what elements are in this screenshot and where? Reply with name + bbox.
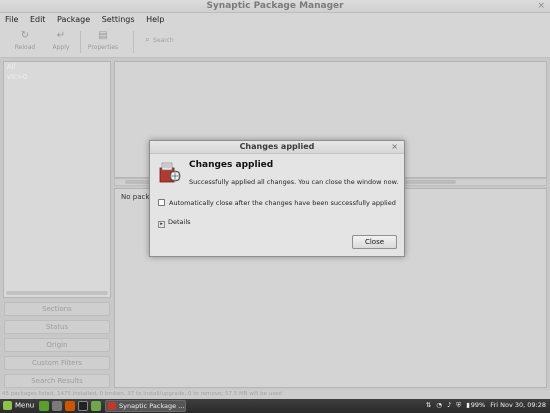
search-button[interactable]: ⌕ Search (145, 35, 174, 45)
apply-button[interactable]: ↵ Apply (44, 30, 78, 51)
details-expander[interactable]: ▸ Details (158, 218, 191, 228)
reload-icon: ↻ (20, 30, 30, 41)
properties-icon: ▤ (98, 30, 108, 41)
volume-icon[interactable]: ♪ (447, 401, 451, 409)
taskbar: Menu Synaptic Package ... ⇅ ◔ ♪ ⛨ ▮99% F… (0, 399, 550, 413)
start-menu-button[interactable]: Menu (3, 401, 34, 410)
window-close-icon[interactable]: × (537, 1, 545, 11)
clock[interactable]: Fri Nov 30, 09:28 (490, 401, 546, 409)
window-title: Synaptic Package Manager (206, 1, 344, 11)
menu-settings[interactable]: Settings (97, 13, 139, 24)
toolbar-separator (133, 31, 134, 53)
checkbox-box[interactable] (158, 199, 165, 206)
network-icon[interactable]: ⇅ (426, 401, 431, 409)
filter-item-all[interactable]: All (4, 62, 110, 72)
status-button[interactable]: Status (4, 320, 110, 334)
toolbar-separator (80, 31, 81, 53)
wifi-icon[interactable]: ◔ (436, 401, 442, 409)
dialog-message: Successfully applied all changes. You ca… (189, 178, 399, 186)
auto-close-label: Automatically close after the changes ha… (169, 199, 396, 207)
taskbar-synaptic-button[interactable]: Synaptic Package ... (105, 400, 186, 412)
close-button[interactable]: Close (352, 235, 397, 249)
toolbar: ↻ Reload ↵ Apply ▤ Properties ⌕ Search (0, 27, 550, 58)
battery-level: 99% (470, 401, 486, 409)
menu-file[interactable]: File (0, 13, 22, 24)
details-label: Details (168, 218, 191, 226)
terminal-icon[interactable] (78, 401, 88, 411)
dialog-close-icon[interactable]: × (391, 142, 398, 151)
auto-close-checkbox[interactable]: Automatically close after the changes ha… (158, 199, 396, 207)
dialog-title: Changes applied (239, 142, 315, 151)
taskbar-synaptic-label: Synaptic Package ... (119, 402, 185, 410)
search-results-button[interactable]: Search Results (4, 374, 110, 388)
reload-button[interactable]: ↻ Reload (8, 30, 42, 51)
filter-list[interactable]: All vlc>0 (3, 61, 111, 298)
reload-label: Reload (14, 44, 36, 51)
statusbar: 45 packages listed, 1475 installed, 0 br… (0, 390, 550, 399)
apply-icon: ↵ (56, 30, 66, 41)
mint-menu-icon (3, 401, 12, 410)
synaptic-icon (108, 402, 116, 410)
search-icon: ⌕ (145, 35, 151, 45)
update-shield-icon[interactable]: ⛨ (456, 401, 461, 409)
origin-button[interactable]: Origin (4, 338, 110, 352)
start-menu-label: Menu (15, 401, 35, 410)
package-install-icon (159, 162, 181, 183)
menu-help[interactable]: Help (141, 13, 168, 24)
window-titlebar: Synaptic Package Manager × (0, 0, 550, 13)
apply-label: Apply (52, 44, 70, 51)
properties-button[interactable]: ▤ Properties (86, 30, 120, 51)
menubar: File Edit Package Settings Help (0, 13, 550, 27)
expander-arrow-icon: ▸ (158, 221, 165, 228)
search-label: Search (153, 37, 174, 44)
show-desktop-icon[interactable] (39, 401, 49, 411)
system-tray: ⇅ ◔ ♪ ⛨ ▮99% Fri Nov 30, 09:28 (423, 401, 546, 410)
battery-icon[interactable]: ▮ (466, 401, 470, 409)
dialog-heading: Changes applied (189, 160, 274, 170)
custom-filters-button[interactable]: Custom Filters (4, 356, 110, 370)
filter-item-search[interactable]: vlc>0 (4, 72, 110, 82)
folder-icon[interactable] (91, 401, 101, 411)
filter-list-scrollbar[interactable] (6, 291, 108, 295)
properties-label: Properties (87, 44, 119, 51)
dialog-titlebar: Changes applied × (150, 141, 404, 154)
changes-applied-dialog: Changes applied × Changes applied Succes… (149, 140, 405, 257)
firefox-icon[interactable] (65, 401, 75, 411)
file-manager-icon[interactable] (52, 401, 62, 411)
sections-button[interactable]: Sections (4, 302, 110, 316)
menu-edit[interactable]: Edit (25, 13, 50, 24)
menu-package[interactable]: Package (52, 13, 94, 24)
